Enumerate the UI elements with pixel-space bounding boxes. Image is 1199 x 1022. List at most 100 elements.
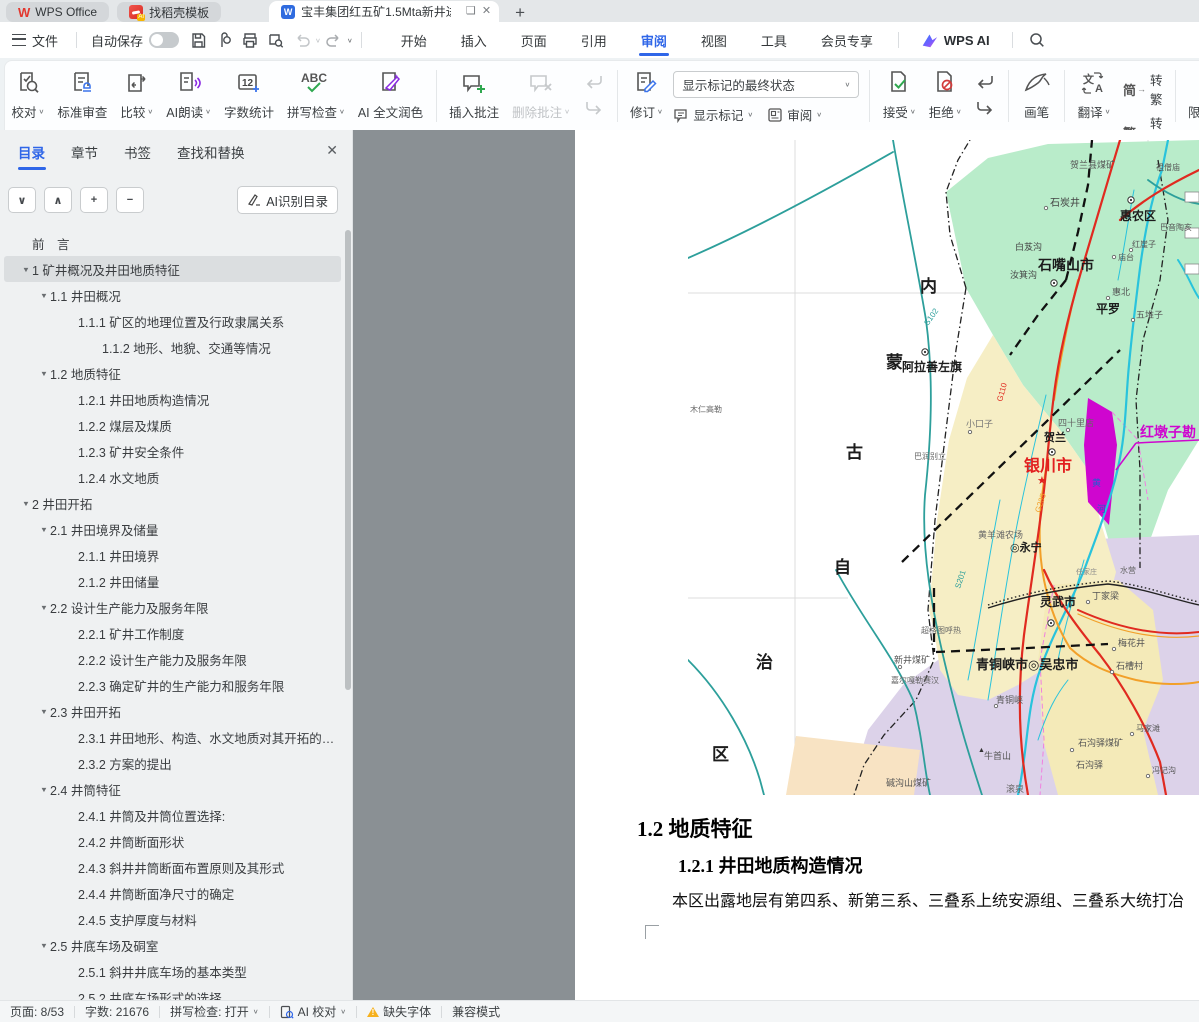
document-canvas[interactable]: ★▲ 内蒙古自治区石嘴山市惠农区平罗阿拉善左旗贺兰银川市红墩子勘灵武市青铜峡市◎… [353,130,1199,1000]
toc-item[interactable]: 1.1.2 地形、地貌、交通等情况 [4,334,341,360]
map-image[interactable]: ★▲ 内蒙古自治区石嘴山市惠农区平罗阿拉善左旗贺兰银川市红墩子勘灵武市青铜峡市◎… [688,140,1199,795]
compare-button[interactable]: 比较∨ [114,70,160,121]
toc-item[interactable]: 2.3.2 方案的提出 [4,750,341,776]
toc-item[interactable]: 1.2.3 矿井安全条件 [4,438,341,464]
sidebar-tab[interactable]: 目录 [18,138,45,166]
new-tab-button[interactable]: + [511,4,529,22]
tab-wps-office[interactable]: W WPS Office [6,2,109,22]
doc-heading-2[interactable]: 1.2.1 井田地质构造情况 [678,852,863,878]
toc-item[interactable]: ▼2.3 井田开拓 [4,698,341,724]
sidebar-close-icon[interactable]: ✕ [326,142,338,159]
toc-collapse-arrow[interactable]: ▼ [38,785,50,793]
previous-revision-button[interactable] [974,71,996,91]
toc-item[interactable]: 2.5.2 井底车场形式的选择 [4,984,341,1000]
toc-collapse-arrow[interactable]: ▼ [38,369,50,377]
toc-item[interactable]: ▼1.2 地质特征 [4,360,341,386]
missing-font-warning[interactable]: 缺失字体 [357,1003,441,1020]
toc-item[interactable]: 2.3.1 井田地形、构造、水文地质对其开拓的影 ... [4,724,341,750]
word-count-indicator[interactable]: 字数: 21676 [75,1003,159,1020]
toc-collapse-arrow[interactable]: ▼ [38,291,50,299]
previous-comment-button[interactable] [583,71,605,91]
tab-docer[interactable]: AI 找稻壳模板 [117,2,221,22]
toc-item[interactable]: 前 言 [4,230,341,256]
toc-item[interactable]: 2.4.2 井筒断面形状 [4,828,341,854]
toc-item[interactable]: 2.2.3 确定矿井的生产能力和服务年限 [4,672,341,698]
next-comment-button[interactable] [583,97,605,117]
toc-collapse-arrow[interactable]: ▼ [38,941,50,949]
doc-heading-1[interactable]: 1.2 地质特征 [637,813,753,843]
reader-mode-icon[interactable]: ❑ [466,6,476,17]
next-revision-button[interactable] [974,97,996,117]
close-tab-icon[interactable]: ✕ [482,6,491,17]
menu-tab[interactable]: 引用 [564,22,624,58]
toc-item[interactable]: 2.2.2 设计生产能力及服务年限 [4,646,341,672]
toc-item[interactable]: 1.2.1 井田地质构造情况 [4,386,341,412]
document-page[interactable]: ★▲ 内蒙古自治区石嘴山市惠农区平罗阿拉善左旗贺兰银川市红墩子勘灵武市青铜峡市◎… [575,130,1199,1000]
menu-tab[interactable]: 视图 [684,22,744,58]
toc-item[interactable]: 2.4.1 井筒及井筒位置选择: [4,802,341,828]
ai-recognize-toc-button[interactable]: AI识别目录 [237,186,338,214]
quickbar-more-caret[interactable]: ∨ [347,36,353,43]
toc-item[interactable]: 2.1.1 井田境界 [4,542,341,568]
print-button[interactable] [237,28,263,52]
toc-item[interactable]: ▼2.4 井筒特征 [4,776,341,802]
spellcheck-status[interactable]: 拼写检查: 打开∨ [160,1003,269,1020]
standard-review-button[interactable]: 标准审查 [51,70,114,121]
toc-item[interactable]: ▼2.5 井底车场及硐室 [4,932,341,958]
reject-revision-button[interactable]: 拒绝∨ [922,70,968,121]
toc-item[interactable]: ▼1 矿井概况及井田地质特征 [4,256,341,282]
undo-dropdown-caret[interactable]: ∨ [315,36,321,43]
toc-item[interactable]: ▼2.2 设计生产能力及服务年限 [4,594,341,620]
redo-button[interactable] [321,28,347,52]
markup-state-dropdown[interactable]: 显示标记的最终状态 ∨ [673,71,859,98]
toc-item[interactable]: 2.4.4 井筒断面净尺寸的确定 [4,880,341,906]
menu-tab[interactable]: 会员专享 [804,22,890,58]
toc-item[interactable]: 1.2.2 煤层及煤质 [4,412,341,438]
export-pdf-button[interactable] [211,28,237,52]
translate-button[interactable]: 文A 翻译∨ [1071,70,1117,121]
spell-check-button[interactable]: ABC 拼写检查∨ [280,70,351,121]
simplified-to-traditional-button[interactable]: 简→ 转繁 [1123,70,1163,108]
toc-item[interactable]: 2.5.1 斜井井底车场的基本类型 [4,958,341,984]
search-icon[interactable] [1025,28,1051,52]
sidebar-tab[interactable]: 章节 [71,138,98,166]
insert-comment-button[interactable]: 插入批注 [443,70,506,121]
toc-zoom-out-button[interactable]: − [116,187,144,213]
ai-proof-status[interactable]: AI 校对∨ [270,1003,357,1020]
track-changes-button[interactable]: 修订∨ [624,70,670,121]
show-markup-button[interactable]: 显示标记∨ [673,105,753,124]
toc-collapse-arrow[interactable]: ▼ [38,525,50,533]
menu-tab[interactable]: 插入 [444,22,504,58]
tab-active-document[interactable]: W 宝丰集团红五矿1.5Mta新井进 ❑ ✕ [269,1,499,22]
ai-polish-button[interactable]: AI 全文润色 [351,70,429,121]
toc-zoom-in-button[interactable]: + [80,187,108,213]
toc-item[interactable]: ▼2 井田开拓 [4,490,341,516]
ai-read-button[interactable]: AI朗读∨ [160,70,218,121]
menu-tab[interactable]: 工具 [744,22,804,58]
toc-item[interactable]: 2.2.1 矿井工作制度 [4,620,341,646]
toc-collapse-all-button[interactable]: ∨ [8,187,36,213]
toc-item[interactable]: ▼1.1 井田概况 [4,282,341,308]
toc-collapse-arrow[interactable]: ▼ [20,499,32,507]
brush-button[interactable]: 画笔 [1015,70,1058,121]
toc-item[interactable]: 2.4.5 支护厚度与材料 [4,906,341,932]
file-menu[interactable]: 文件 [0,31,68,50]
sidebar-tab[interactable]: 查找和替换 [177,138,245,166]
proofread-button[interactable]: 校对∨ [5,70,51,121]
print-preview-button[interactable] [263,28,289,52]
sidebar-tab[interactable]: 书签 [124,138,151,166]
undo-button[interactable] [289,28,315,52]
toc-item[interactable]: 1.2.4 水文地质 [4,464,341,490]
doc-paragraph[interactable]: 本区出露地层有第四系、新第三系、三叠系上统安源组、三叠系大统打冶 [672,887,1199,911]
compatibility-mode-badge[interactable]: 兼容模式 [442,1003,510,1020]
word-count-button[interactable]: 12 字数统计 [217,70,280,121]
accept-revision-button[interactable]: 接受∨ [876,70,922,121]
toc-collapse-arrow[interactable]: ▼ [20,265,32,273]
autosave-toggle[interactable] [149,32,179,48]
toc-collapse-arrow[interactable]: ▼ [38,707,50,715]
toc-item[interactable]: 1.1.1 矿区的地理位置及行政隶属关系 [4,308,341,334]
save-button[interactable] [185,28,211,52]
toc-item[interactable]: ▼2.1 井田境界及储量 [4,516,341,542]
review-pane-button[interactable]: 审阅∨ [767,105,822,124]
delete-comment-button[interactable]: 删除批注∨ [506,70,577,121]
